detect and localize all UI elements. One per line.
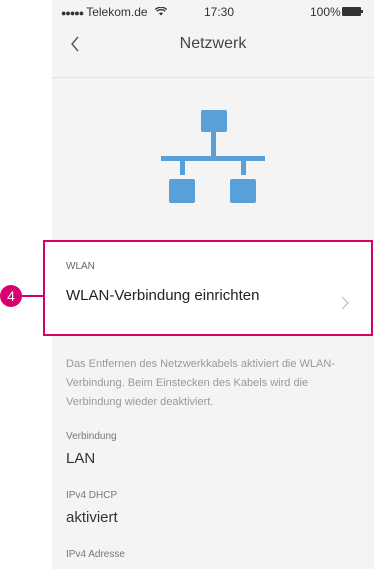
wlan-setup-row[interactable]: WLAN WLAN-Verbindung einrichten (52, 242, 374, 336)
wlan-info-text: Das Entfernen des Netzwerkkabels aktivie… (66, 358, 335, 408)
ipv4-dhcp-value: aktiviert (66, 509, 118, 526)
status-time: 17:30 (204, 5, 235, 19)
signal-strength-icon: ●●●●● (61, 8, 84, 18)
callout-badge: 4 (0, 285, 22, 307)
chevron-right-icon (341, 296, 349, 310)
battery-icon (342, 7, 363, 16)
connection-value: LAN (66, 450, 96, 467)
carrier-info: ●●●●● Telekom.de (61, 5, 168, 19)
ipv4-dhcp-label: IPv4 DHCP (66, 490, 118, 501)
navigation-bar: Netzwerk (52, 22, 374, 66)
phone-screen: ●●●●● Telekom.de 17:30 100% Netzwerk WLAN (52, 0, 374, 569)
wlan-label: WLAN (66, 261, 95, 272)
nav-divider (52, 77, 374, 78)
network-icon (161, 110, 265, 203)
wlan-setup-value: WLAN-Verbindung einrichten (66, 287, 260, 304)
battery-percent: 100% (310, 5, 341, 19)
status-bar: ●●●●● Telekom.de 17:30 100% (52, 0, 374, 22)
page-title: Netzwerk (179, 35, 247, 52)
ipv4-address-label: IPv4 Adresse (66, 549, 125, 560)
wifi-icon (154, 6, 168, 16)
carrier-name: Telekom.de (86, 5, 148, 19)
connection-label: Verbindung (66, 431, 117, 442)
callout-connector-line (20, 295, 44, 297)
